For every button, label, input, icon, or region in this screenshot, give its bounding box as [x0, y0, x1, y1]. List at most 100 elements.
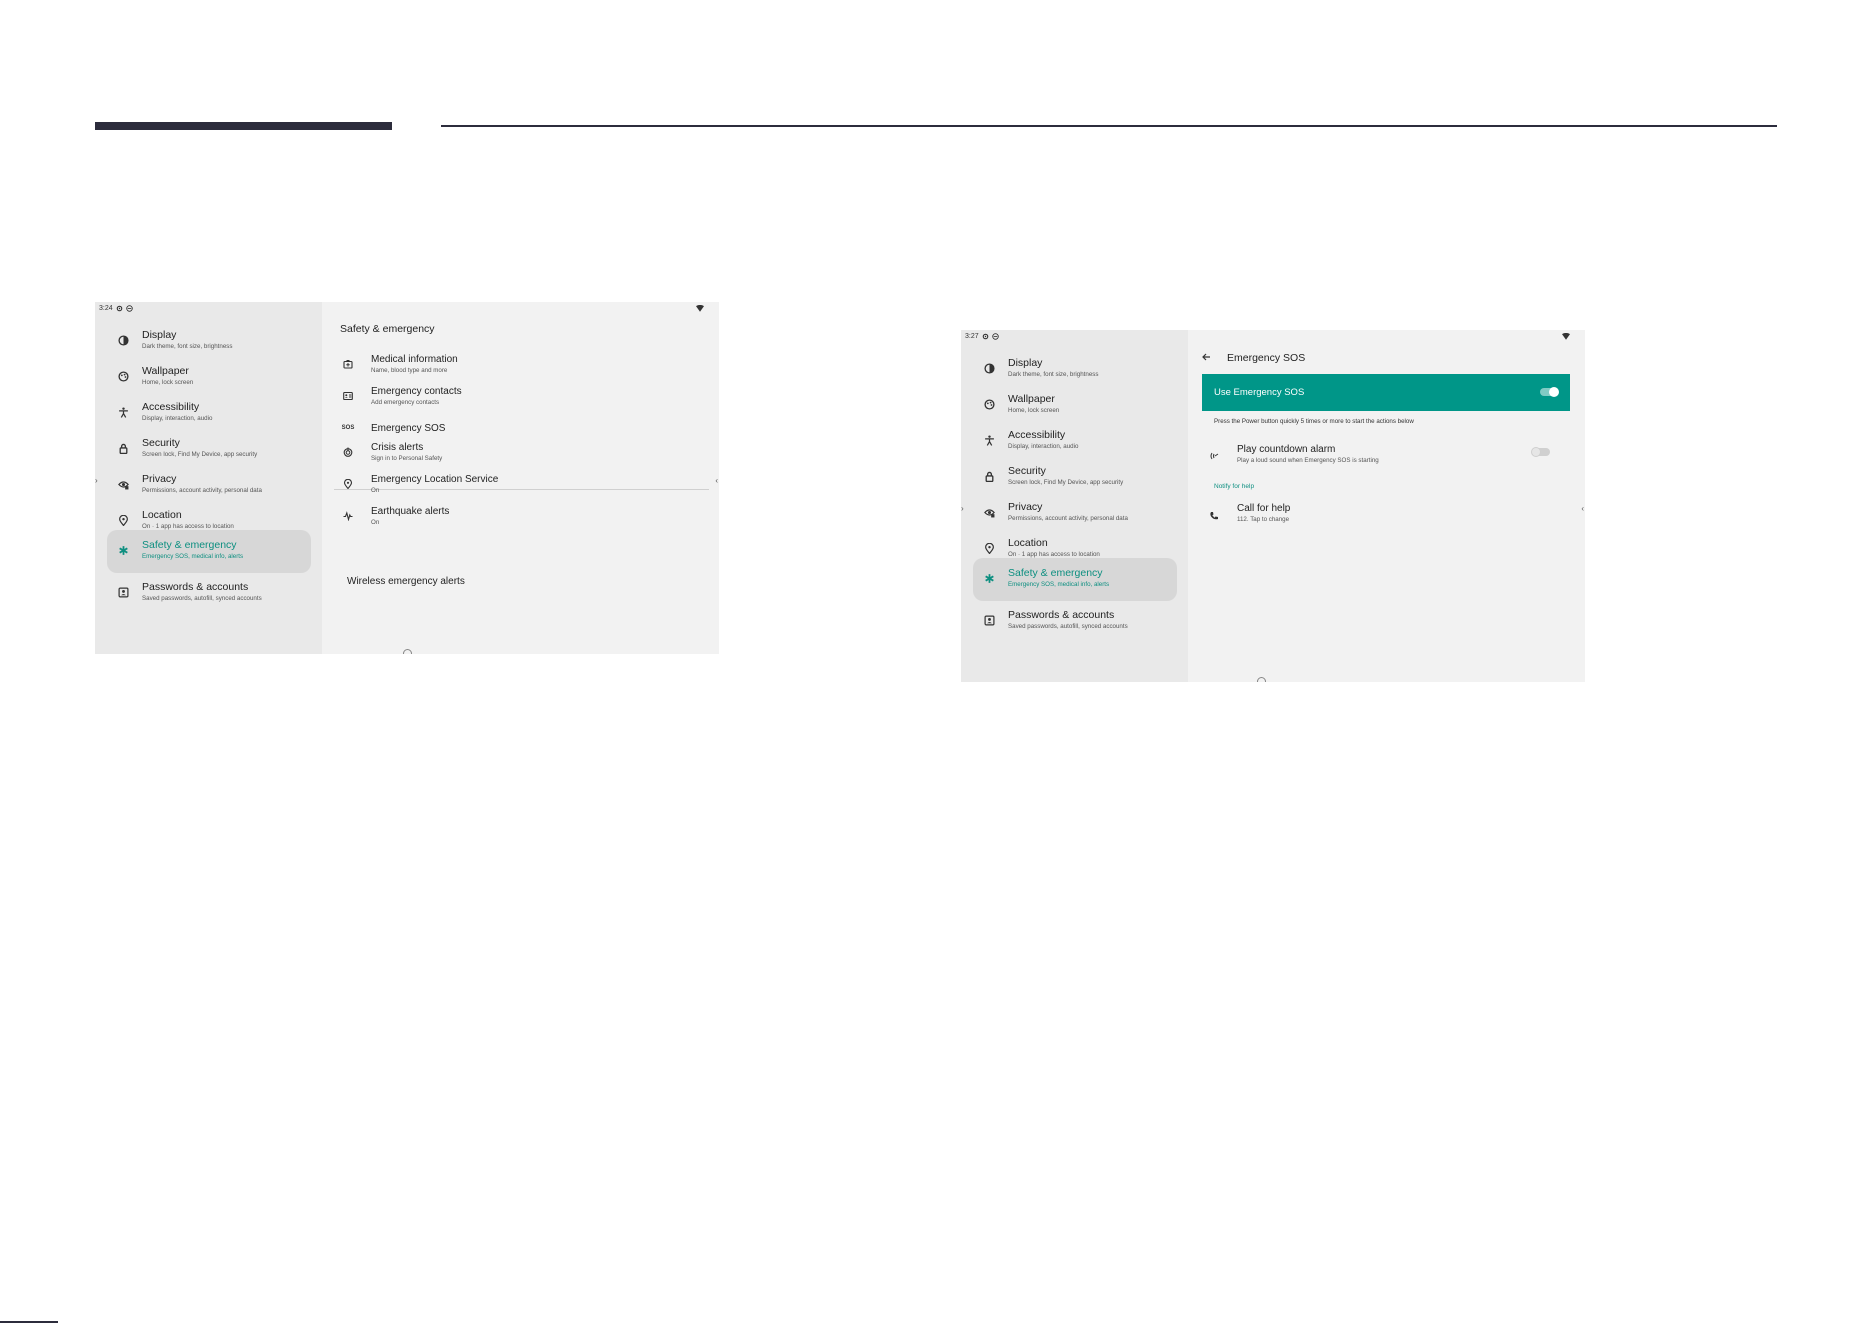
left-edge-handle[interactable]: › — [95, 476, 98, 485]
palette-icon — [983, 398, 996, 411]
lock-icon — [983, 470, 996, 483]
sidebar-item-label: Accessibility — [1008, 429, 1066, 441]
settings-sidebar: 3:27 › Display Dark theme, font size, bri… — [961, 330, 1188, 682]
settings-gear-icon — [116, 305, 122, 312]
location-pin-icon — [117, 514, 130, 527]
privacy-icon — [983, 506, 996, 519]
medical-id-icon — [342, 358, 354, 370]
sidebar-item-label: Passwords & accounts — [142, 581, 249, 593]
asterisk-icon — [983, 572, 996, 585]
dnd-icon — [125, 305, 133, 312]
sidebar-item-subtitle: Display, interaction, audio — [1008, 443, 1079, 450]
notify-for-help-header: Notify for help — [1214, 483, 1255, 490]
sidebar-item-subtitle: Permissions, account activity, personal … — [1008, 515, 1128, 522]
left-edge-handle[interactable]: › — [961, 504, 964, 513]
sidebar-item-label: Privacy — [1008, 501, 1043, 513]
location-pin-icon — [983, 542, 996, 555]
accessibility-icon — [117, 406, 130, 419]
option-label: Emergency contacts — [371, 386, 462, 397]
page-title: Emergency SOS — [1227, 352, 1306, 364]
page-title: Safety & emergency — [340, 323, 435, 335]
sidebar-item-subtitle: Saved passwords, autofill, synced accoun… — [1008, 623, 1128, 630]
sidebar-item-passwords-accounts[interactable]: Passwords & accounts Saved passwords, aut… — [973, 600, 1177, 643]
status-time: 3:24 — [99, 305, 113, 312]
crisis-alert-icon — [342, 446, 354, 458]
screenshot-safety-emergency: 3:24 › Display Dark theme, font size, bri… — [95, 302, 719, 654]
brightness-icon — [983, 362, 996, 375]
sidebar-item-subtitle: Display, interaction, audio — [142, 415, 213, 422]
right-edge-handle[interactable]: ‹ — [715, 476, 718, 485]
call-for-help-sub: 112. Tap to change — [1237, 516, 1290, 523]
right-edge-handle[interactable]: ‹ — [1581, 504, 1584, 513]
manual-page: 3:24 › Display Dark theme, font size, bri… — [0, 0, 1872, 1324]
play-countdown-alarm-label: Play countdown alarm — [1237, 444, 1336, 455]
scroll-handle[interactable] — [403, 649, 412, 654]
sidebar-item-safety-emergency[interactable]: Safety & emergency Emergency SOS, medical… — [107, 530, 311, 573]
wireless-alerts-item[interactable]: Wireless emergency alerts — [347, 576, 465, 587]
option-subtitle: On — [371, 487, 380, 494]
sidebar-item-label: Location — [142, 509, 182, 521]
detail-pane: ‹ Emergency SOS Use Emergency SOS Press … — [1188, 330, 1585, 682]
option-subtitle: On — [371, 519, 380, 526]
call-for-help-row[interactable]: Call for help 112. Tap to change — [1200, 500, 1575, 536]
option-earthquake-alerts[interactable]: Earthquake alerts On — [334, 500, 709, 536]
sidebar-item-label: Safety & emergency — [142, 539, 237, 551]
sidebar-item-label: Display — [142, 329, 177, 341]
privacy-icon — [117, 478, 130, 491]
sidebar-item-passwords-accounts[interactable]: Passwords & accounts Saved passwords, aut… — [107, 572, 311, 615]
option-medical-information[interactable]: Medical information Name, blood type and … — [334, 348, 709, 384]
option-emergency-location-service[interactable]: Emergency Location Service On — [334, 468, 709, 504]
sidebar-item-subtitle: Dark theme, font size, brightness — [1008, 371, 1099, 378]
sidebar-item-label: Wallpaper — [142, 365, 189, 377]
account-box-icon — [983, 614, 996, 627]
option-crisis-alerts[interactable]: Crisis alerts Sign in to Personal Safety — [334, 436, 709, 472]
option-subtitle: Add emergency contacts — [371, 399, 440, 406]
sidebar-item-label: Safety & emergency — [1008, 567, 1103, 579]
dnd-icon — [991, 333, 999, 340]
screenshot-emergency-sos: 3:27 › Display Dark theme, font size, bri… — [961, 330, 1585, 682]
back-arrow-icon[interactable] — [1201, 352, 1211, 362]
use-emergency-sos-label: Use Emergency SOS — [1214, 387, 1305, 398]
play-countdown-alarm-toggle[interactable] — [1531, 447, 1550, 457]
option-subtitle: Name, blood type and more — [371, 367, 448, 374]
sidebar-item-label: Security — [1008, 465, 1046, 477]
sidebar-item-subtitle: Emergency SOS, medical info, alerts — [142, 553, 244, 560]
sidebar-item-safety-emergency[interactable]: Safety & emergency Emergency SOS, medical… — [973, 558, 1177, 601]
sidebar-item-label: Passwords & accounts — [1008, 609, 1115, 621]
call-for-help-label: Call for help — [1237, 503, 1291, 514]
scroll-handle[interactable] — [1257, 677, 1266, 682]
sidebar-item-subtitle: Home, lock screen — [1008, 407, 1060, 414]
sidebar-item-subtitle: Saved passwords, autofill, synced accoun… — [142, 595, 262, 602]
toggle-knob — [1549, 387, 1559, 397]
sidebar-item-label: Security — [142, 437, 180, 449]
header-bar — [95, 122, 392, 130]
settings-sidebar: 3:24 › Display Dark theme, font size, bri… — [95, 302, 322, 654]
sidebar-item-label: Display — [1008, 357, 1043, 369]
status-bar: 3:27 — [965, 333, 999, 340]
use-emergency-sos-row[interactable]: Use Emergency SOS — [1202, 374, 1570, 411]
wifi-icon — [1562, 333, 1570, 340]
play-countdown-alarm-row[interactable]: Play countdown alarm Play a loud sound w… — [1200, 440, 1575, 476]
account-box-icon — [117, 586, 130, 599]
option-label: Crisis alerts — [371, 442, 424, 453]
wifi-icon — [696, 305, 704, 312]
brightness-icon — [117, 334, 130, 347]
play-countdown-alarm-sub: Play a loud sound when Emergency SOS is … — [1237, 457, 1379, 464]
earthquake-icon — [342, 510, 354, 522]
sidebar-item-subtitle: Permissions, account activity, personal … — [142, 487, 262, 494]
accessibility-icon — [983, 434, 996, 447]
header-rule — [441, 125, 1777, 127]
detail-pane: ‹ Safety & emergency Medical information… — [322, 302, 719, 654]
footer-rule — [0, 1321, 58, 1323]
sidebar-item-label: Accessibility — [142, 401, 200, 413]
alarm-sound-icon — [1208, 450, 1220, 462]
sos-icon: SOS — [341, 425, 355, 431]
palette-icon — [117, 370, 130, 383]
settings-gear-icon — [982, 333, 988, 340]
sidebar-item-subtitle: Dark theme, font size, brightness — [142, 343, 233, 350]
option-label: Emergency SOS — [371, 423, 446, 434]
asterisk-icon — [117, 544, 130, 557]
option-emergency-contacts[interactable]: Emergency contacts Add emergency contacts — [334, 380, 709, 416]
use-emergency-sos-toggle[interactable] — [1540, 387, 1559, 397]
status-bar: 3:24 — [99, 305, 133, 312]
